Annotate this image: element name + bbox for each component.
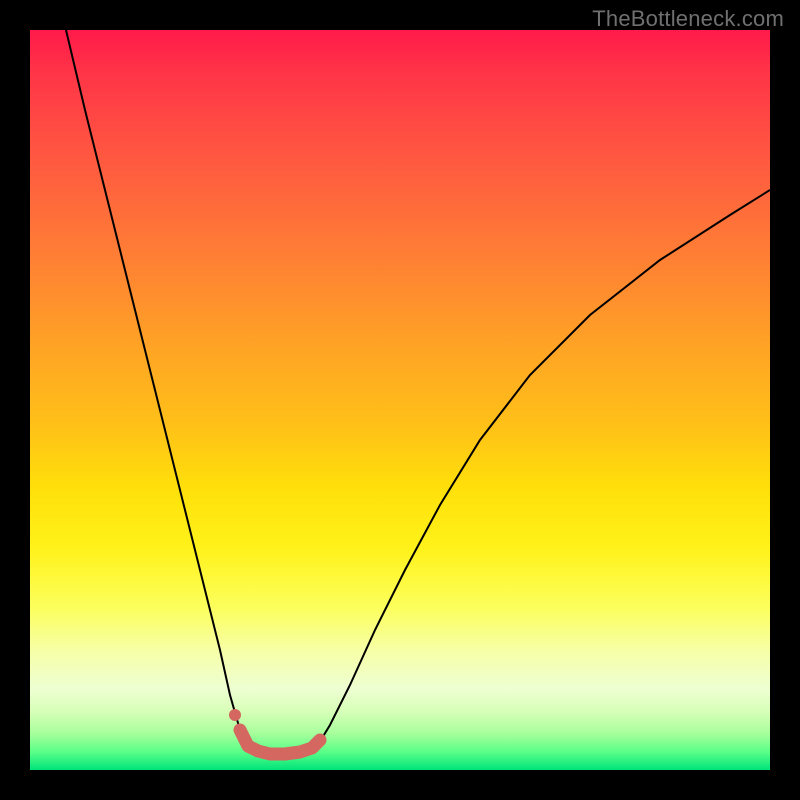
watermark-text: TheBottleneck.com — [592, 6, 784, 32]
black-frame — [0, 0, 800, 800]
